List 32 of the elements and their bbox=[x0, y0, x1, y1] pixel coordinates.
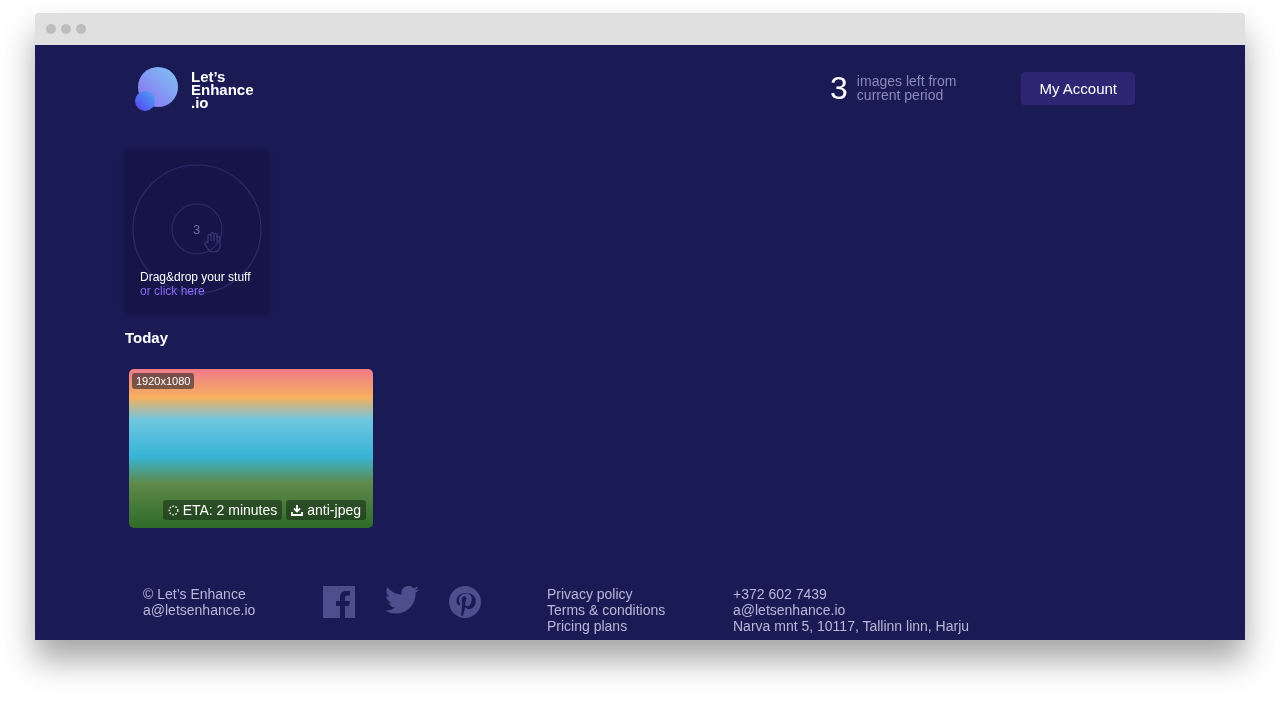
contact-text: +372 602 7439 bbox=[733, 586, 828, 602]
section-title: Today bbox=[125, 329, 170, 346]
window-dot-icon bbox=[61, 24, 71, 34]
my-account-button[interactable]: My Account bbox=[1021, 71, 1135, 105]
contact-text: a@letsenhance.io bbox=[733, 602, 847, 618]
logo-icon bbox=[135, 66, 179, 112]
contact-text: Narva mnt 5, 10117, Tallinn linn, Harju bbox=[733, 618, 970, 634]
resolution-badge: 1920x1080 bbox=[132, 373, 195, 389]
spinner-icon bbox=[167, 504, 179, 516]
footer-link[interactable]: Pricing plans bbox=[547, 618, 733, 634]
mode-tag: anti-jpeg bbox=[286, 500, 366, 520]
pinterest-icon[interactable] bbox=[449, 586, 481, 618]
photo-placeholder[interactable]: 1920x1080 ETA: 2 minutes anti-jpeg bbox=[129, 369, 373, 528]
dropzone-title: Drag&drop your stuff bbox=[140, 270, 251, 284]
facebook-icon[interactable] bbox=[323, 586, 355, 618]
window-dot-icon bbox=[46, 24, 56, 34]
download-icon bbox=[291, 504, 304, 516]
eta-status: ETA: 2 minutes bbox=[162, 500, 283, 520]
hand-icon bbox=[204, 231, 222, 253]
footer-text: © Let’s Enhance bbox=[143, 586, 247, 602]
upload-count: 3 bbox=[193, 222, 201, 237]
twitter-icon[interactable] bbox=[385, 586, 419, 614]
window-dot-icon bbox=[76, 24, 86, 34]
logo-wordmark: Let’s Enhance .io bbox=[191, 69, 254, 109]
images-left-count: 3 bbox=[830, 69, 848, 107]
footer-link[interactable]: Terms & conditions bbox=[547, 602, 733, 618]
footer-link[interactable]: Privacy policy bbox=[547, 586, 733, 602]
footer-text: a@letsenhance.io bbox=[143, 602, 257, 618]
dropzone-card[interactable]: 3 Drag&drop your stuff or click here bbox=[125, 150, 268, 312]
images-left-label: images left from current period bbox=[856, 74, 957, 102]
click-here-link[interactable]: or click here bbox=[140, 284, 251, 298]
target-rings-icon bbox=[131, 163, 263, 295]
